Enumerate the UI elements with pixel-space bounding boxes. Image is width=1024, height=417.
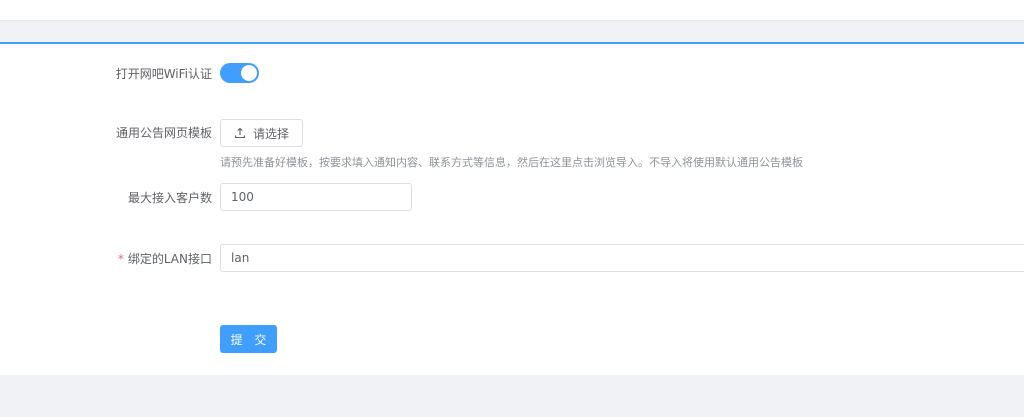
wifi-settings-panel: 打开网吧WiFi认证 通用公告网页模板 请选择 请预先准备好模板，按要求填入通知… xyxy=(0,42,1024,375)
top-header-bar xyxy=(0,0,1024,21)
upload-icon xyxy=(234,127,246,139)
max-clients-label: 最大接入客户数 xyxy=(127,191,212,205)
lan-interface-label: 绑定的LAN接口 xyxy=(127,252,212,266)
template-select-button[interactable]: 请选择 xyxy=(220,119,303,147)
wifi-auth-toggle[interactable] xyxy=(220,63,259,83)
lan-interface-input[interactable] xyxy=(220,244,1024,272)
page-footer-area xyxy=(0,375,1024,417)
submit-button[interactable]: 提 交 xyxy=(220,325,277,353)
content-gap xyxy=(0,21,1024,42)
template-hint: 请预先准备好模板，按要求填入通知内容、联系方式等信息，然后在这里点击浏览导入。不… xyxy=(220,156,803,169)
required-mark: * xyxy=(117,252,124,266)
template-label: 通用公告网页模板 xyxy=(115,126,212,140)
template-select-button-label: 请选择 xyxy=(252,126,289,141)
toggle-knob xyxy=(241,65,257,81)
max-clients-input[interactable] xyxy=(220,183,412,211)
wifi-auth-label: 打开网吧WiFi认证 xyxy=(115,67,212,81)
lan-interface-label-wrap: * 绑定的LAN接口 xyxy=(118,251,212,267)
